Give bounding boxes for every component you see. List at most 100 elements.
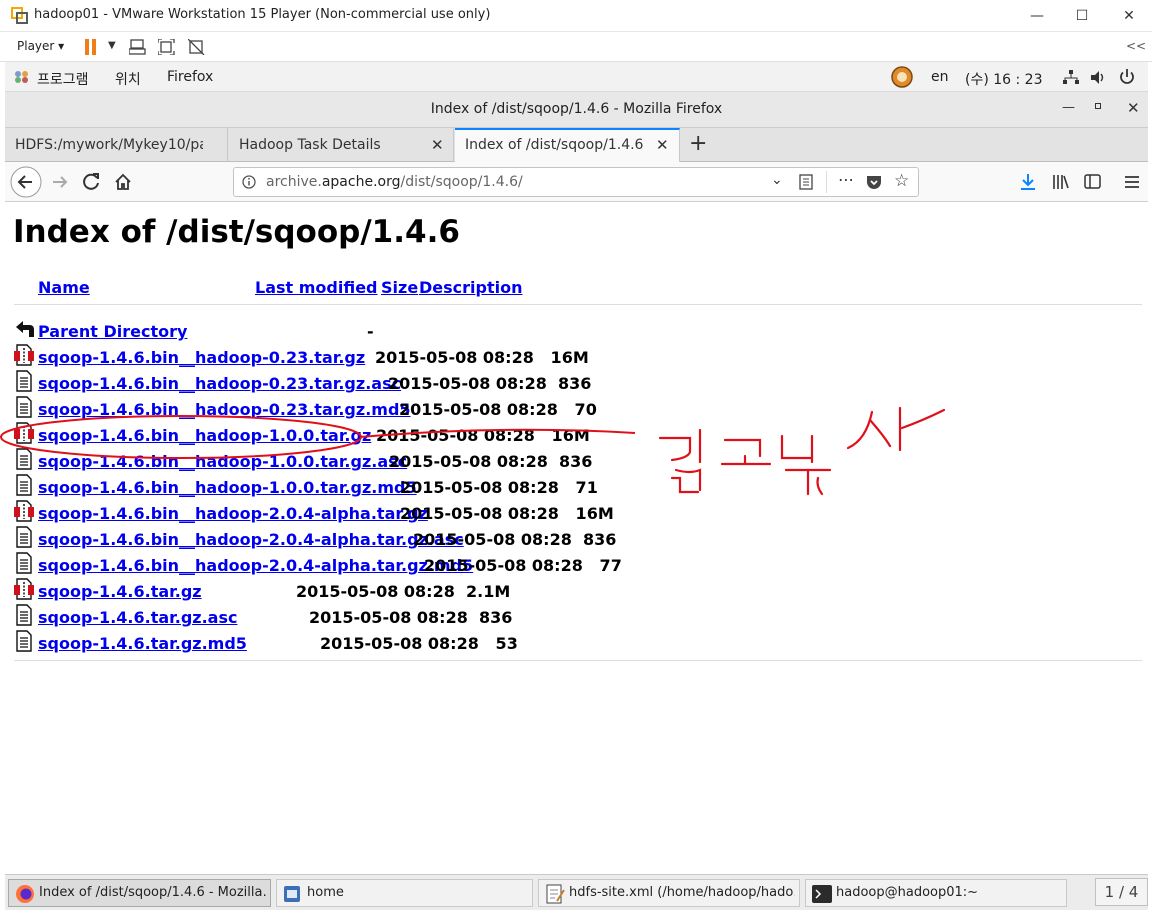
home-icon[interactable] [114, 173, 132, 191]
player-menu-button[interactable]: Player ▾ [17, 39, 64, 53]
library-icon[interactable] [1052, 174, 1070, 190]
taskbar-label: hdfs-site.xml (/home/hadoop/hado… [569, 885, 795, 900]
maximize-icon[interactable]: ☐ [1072, 6, 1092, 26]
url-dropdown-icon[interactable]: ⌄ [771, 172, 783, 188]
file-link[interactable]: sqoop-1.4.6.tar.gz.md5 [38, 634, 247, 653]
firefox-maximize-icon[interactable] [1095, 103, 1101, 109]
close-icon[interactable]: ✕ [1119, 6, 1139, 26]
collapse-toolbar-icon[interactable]: << [1126, 39, 1146, 53]
new-tab-icon[interactable]: + [689, 131, 707, 156]
send-ctrl-alt-del-icon[interactable] [129, 39, 147, 55]
reader-view-icon[interactable] [799, 174, 813, 190]
taskbar-item-terminal[interactable]: hadoop@hadoop01:~ [805, 879, 1067, 907]
file-link[interactable]: sqoop-1.4.6.bin__hadoop-0.23.tar.gz.md5 [38, 400, 411, 419]
firefox-menu[interactable]: Firefox [167, 69, 213, 85]
file-link[interactable]: sqoop-1.4.6.bin__hadoop-0.23.tar.gz.asc [38, 374, 401, 393]
site-info-icon[interactable] [242, 175, 256, 189]
text-file-icon [16, 630, 32, 652]
file-link[interactable]: sqoop-1.4.6.bin__hadoop-2.0.4-alpha.tar.… [38, 504, 428, 523]
file-link[interactable]: sqoop-1.4.6.bin__hadoop-1.0.0.tar.gz.asc [38, 452, 407, 471]
taskbar: Index of /dist/sqoop/1.4.6 - Mozilla… ho… [5, 874, 1148, 910]
sidebar-icon[interactable] [1084, 174, 1102, 190]
downloads-icon[interactable] [1020, 173, 1036, 191]
text-file-icon [16, 552, 32, 574]
firefox-minimize-icon[interactable]: — [1062, 100, 1075, 115]
workspace-pager[interactable]: 1 / 4 [1095, 878, 1148, 906]
sort-by-size-link[interactable]: Size [381, 278, 418, 297]
tab-hdfs[interactable]: HDFS:/mywork/Mykey10/part [5, 128, 228, 162]
text-editor-icon [546, 884, 565, 904]
hamburger-menu-icon[interactable] [1124, 175, 1140, 189]
sort-by-modified-link[interactable]: Last modified [255, 278, 378, 297]
file-link[interactable]: sqoop-1.4.6.bin__hadoop-0.23.tar.gz [38, 348, 365, 367]
sort-by-description-link[interactable]: Description [419, 278, 522, 297]
tab-close-icon[interactable]: ✕ [431, 136, 444, 154]
file-row: sqoop-1.4.6.bin__hadoop-0.23.tar.gz.asc … [5, 370, 1148, 400]
text-file-icon [16, 526, 32, 548]
file-meta: 2015-05-08 08:28 53 [320, 634, 518, 653]
file-row: sqoop-1.4.6.bin__hadoop-1.0.0.tar.gz 201… [5, 422, 1148, 452]
file-meta: 2015-05-08 08:28 836 [413, 530, 617, 549]
url-bar[interactable]: archive.apache.org/dist/sqoop/1.4.6/ ⌄ ⋯… [233, 167, 919, 197]
file-row: sqoop-1.4.6.bin__hadoop-2.0.4-alpha.tar.… [5, 500, 1148, 530]
file-link[interactable]: sqoop-1.4.6.bin__hadoop-1.0.0.tar.gz [38, 426, 371, 445]
file-link[interactable]: sqoop-1.4.6.bin__hadoop-2.0.4-alpha.tar.… [38, 556, 473, 575]
clock[interactable]: (수) 16 : 23 [965, 69, 1043, 89]
file-meta: 2015-05-08 08:28 16M [400, 504, 614, 523]
file-row: sqoop-1.4.6.bin__hadoop-1.0.0.tar.gz.md5… [5, 474, 1148, 504]
minimize-icon[interactable]: — [1027, 6, 1047, 26]
pocket-icon[interactable] [866, 174, 882, 190]
file-row: sqoop-1.4.6.tar.gz 2015-05-08 08:28 2.1M [5, 578, 1148, 608]
firefox-close-icon[interactable]: ✕ [1127, 99, 1140, 117]
tab-index-sqoop[interactable]: Index of /dist/sqoop/1.4.6 ✕ [455, 128, 680, 162]
unity-mode-icon[interactable] [188, 39, 206, 55]
forward-icon[interactable] [51, 174, 69, 190]
file-meta: 2015-05-08 08:28 77 [424, 556, 622, 575]
places-menu[interactable]: 위치 [115, 69, 141, 89]
reload-icon[interactable] [83, 173, 101, 191]
bookmark-star-icon[interactable]: ☆ [894, 171, 909, 191]
back-arrow-icon [16, 321, 34, 337]
taskbar-item-home[interactable]: home [276, 879, 533, 907]
file-link[interactable]: sqoop-1.4.6.tar.gz.asc [38, 608, 237, 627]
file-meta: 2015-05-08 08:28 836 [388, 374, 592, 393]
file-meta: 2015-05-08 08:28 836 [389, 452, 593, 471]
back-icon[interactable] [10, 166, 42, 198]
tab-hadoop-task-details[interactable]: Hadoop Task Details ✕ [229, 128, 454, 162]
network-icon[interactable] [1063, 70, 1079, 85]
url-text[interactable]: archive.apache.org/dist/sqoop/1.4.6/ [266, 174, 523, 190]
archive-file-icon [14, 422, 34, 444]
sort-by-name-link[interactable]: Name [38, 278, 90, 297]
taskbar-label: home [307, 885, 344, 900]
page-actions-icon[interactable]: ⋯ [838, 170, 854, 189]
pause-dropdown-icon[interactable]: ▼ [108, 40, 116, 51]
file-meta: 2015-05-08 08:28 2.1M [296, 582, 511, 601]
file-row: sqoop-1.4.6.tar.gz.md5 2015-05-08 08:28 … [5, 630, 1148, 660]
file-link[interactable]: sqoop-1.4.6.tar.gz [38, 582, 202, 601]
language-indicator[interactable]: en [931, 69, 949, 85]
parent-directory-link[interactable]: Parent Directory [38, 322, 187, 341]
player-label: Player [17, 39, 55, 53]
file-link[interactable]: sqoop-1.4.6.bin__hadoop-2.0.4-alpha.tar.… [38, 530, 464, 549]
navigation-bar: archive.apache.org/dist/sqoop/1.4.6/ ⌄ ⋯… [5, 162, 1148, 202]
power-icon[interactable] [1119, 69, 1135, 85]
text-file-icon [16, 448, 32, 470]
tab-label: HDFS:/mywork/Mykey10/part [15, 137, 203, 153]
tab-label: Index of /dist/sqoop/1.4.6 [465, 137, 644, 153]
taskbar-item-gedit[interactable]: hdfs-site.xml (/home/hadoop/hado… [538, 879, 800, 907]
fullscreen-icon[interactable] [158, 39, 176, 55]
input-method-icon[interactable] [891, 66, 913, 88]
file-row: sqoop-1.4.6.bin__hadoop-0.23.tar.gz 2015… [5, 344, 1148, 374]
tab-close-icon[interactable]: ✕ [656, 136, 669, 154]
file-link[interactable]: sqoop-1.4.6.bin__hadoop-1.0.0.tar.gz.md5 [38, 478, 417, 497]
file-meta: 2015-05-08 08:28 70 [399, 400, 597, 419]
tab-label: Hadoop Task Details [239, 137, 381, 153]
url-separator [826, 171, 827, 193]
applications-menu[interactable]: 프로그램 [37, 69, 89, 89]
pause-icon[interactable] [84, 39, 98, 55]
file-meta: 2015-05-08 08:28 71 [400, 478, 598, 497]
terminal-icon [812, 885, 832, 903]
volume-icon[interactable] [1091, 70, 1107, 85]
url-prefix: archive. [266, 174, 322, 190]
taskbar-item-firefox[interactable]: Index of /dist/sqoop/1.4.6 - Mozilla… [8, 879, 271, 907]
